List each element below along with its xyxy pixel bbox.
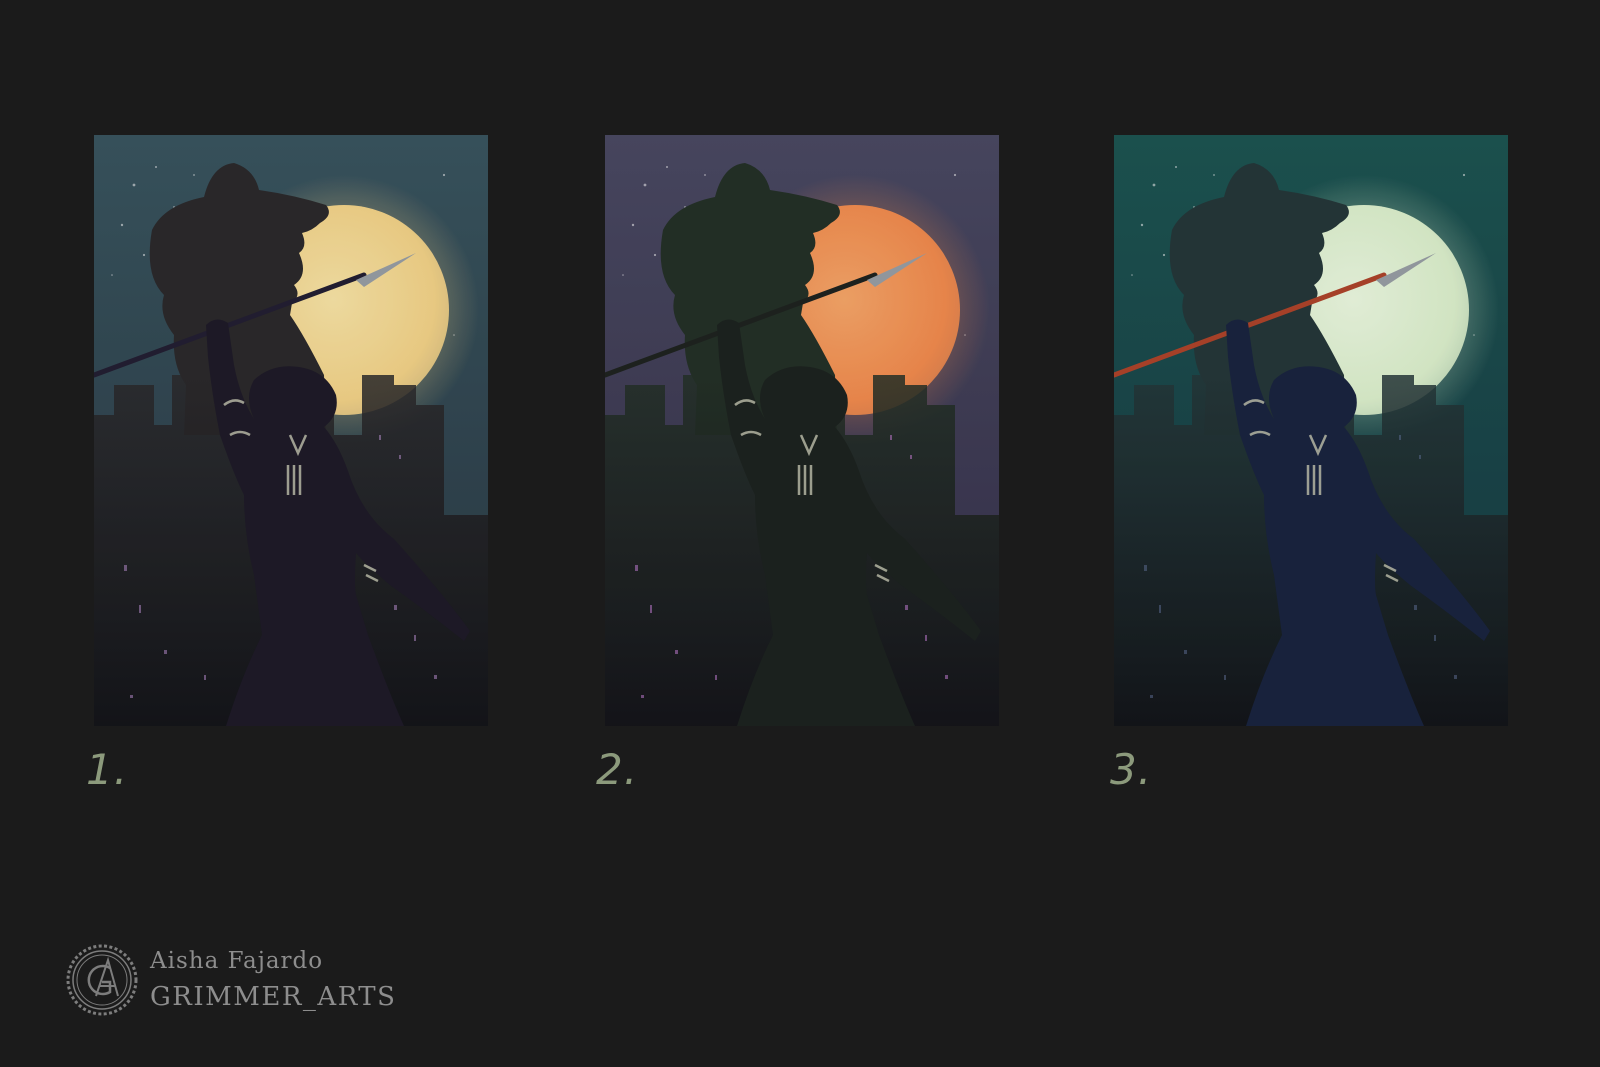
thumbnail-label-3: 3. (1110, 745, 1153, 794)
thumbnail-2 (605, 135, 999, 726)
illustration (94, 135, 488, 726)
illustration (1114, 135, 1508, 726)
thumbnail-label-2: 2. (596, 745, 639, 794)
thumbnail-1 (94, 135, 488, 726)
artist-name: Aisha Fajardo (150, 948, 324, 974)
thumbnail-3 (1114, 135, 1508, 726)
illustration (605, 135, 999, 726)
seal-logo-icon (66, 944, 138, 1016)
thumbnail-label-1: 1. (86, 745, 129, 794)
artist-handle: GRIMMER_ARTS (150, 982, 397, 1012)
